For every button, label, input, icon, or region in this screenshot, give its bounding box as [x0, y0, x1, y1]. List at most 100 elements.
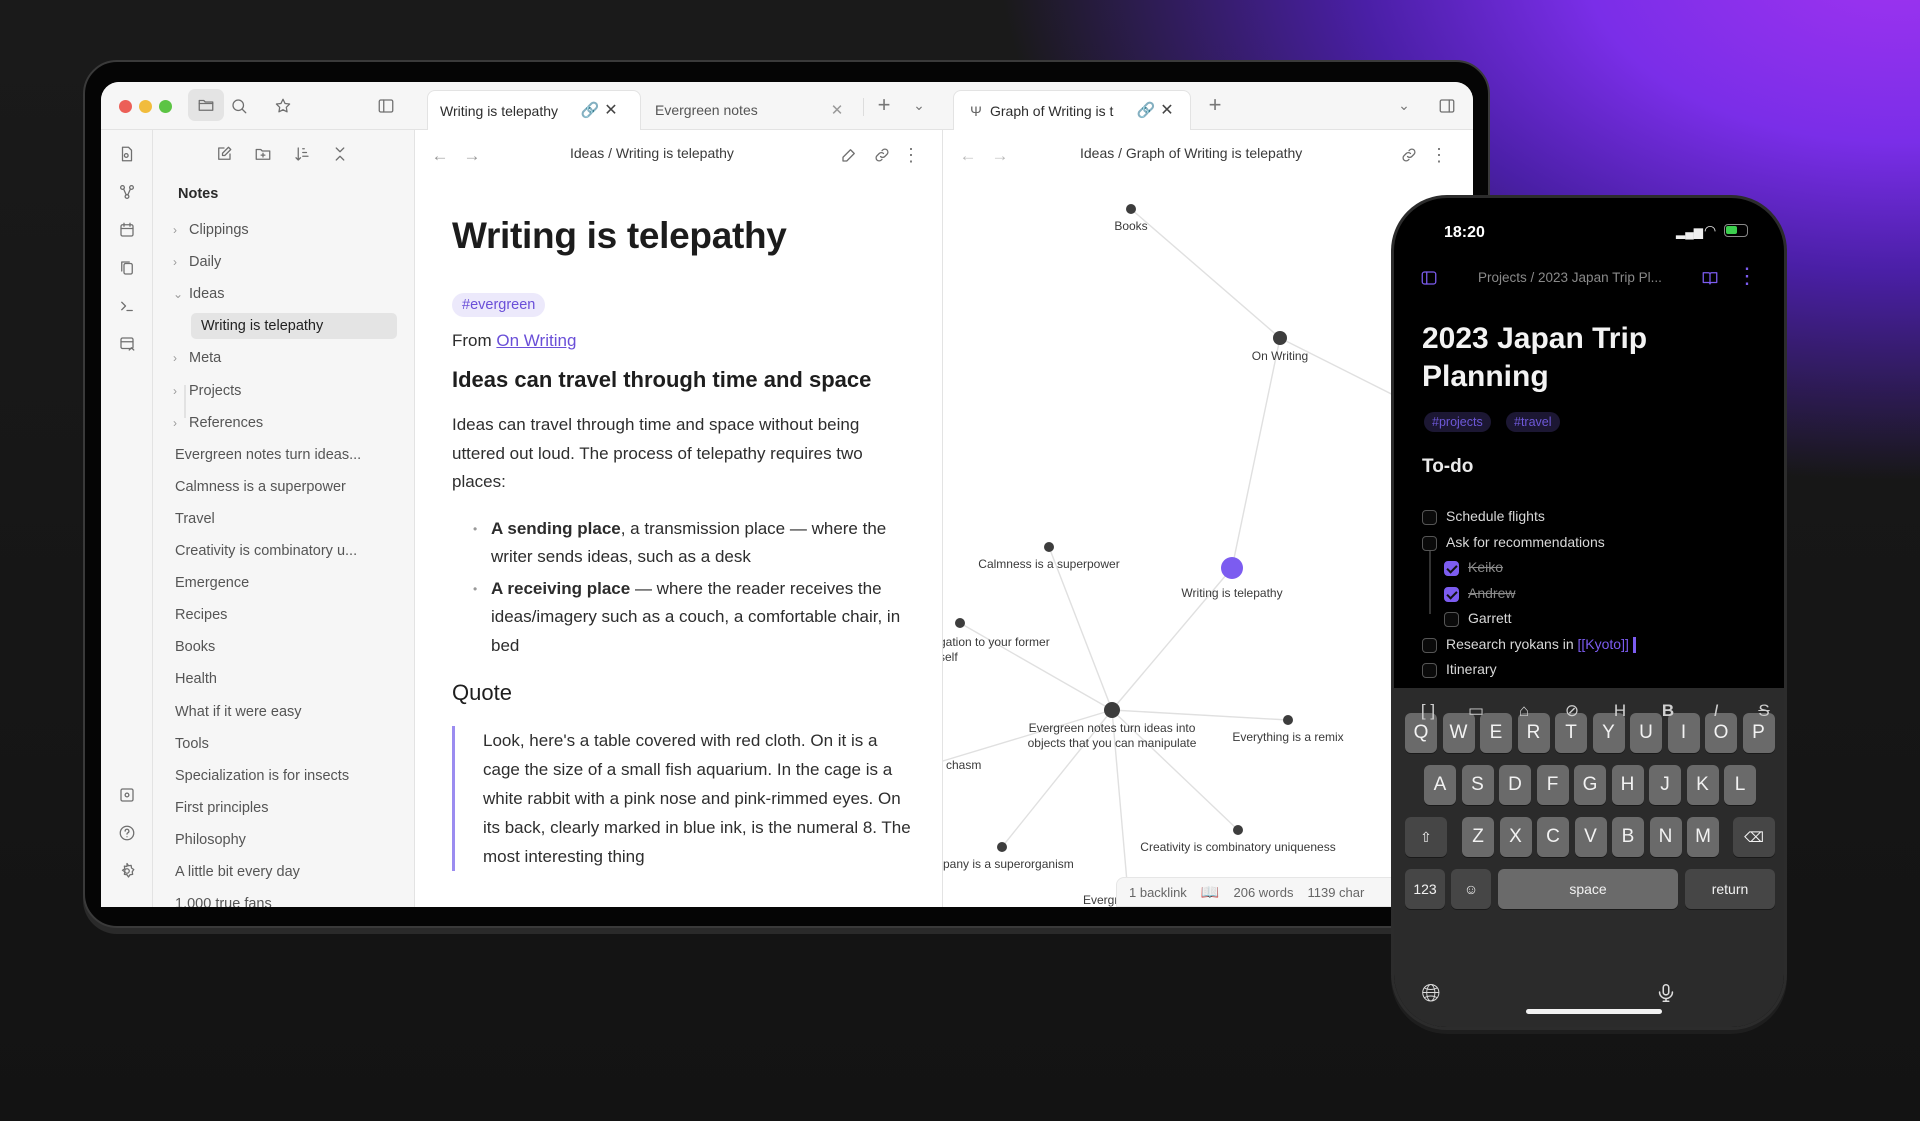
key-g[interactable]: G: [1574, 765, 1606, 805]
key-z[interactable]: Z: [1462, 817, 1494, 857]
heading-icon[interactable]: H: [1606, 698, 1634, 722]
settings-icon[interactable]: [115, 859, 139, 883]
forward-arrow-icon[interactable]: →: [989, 144, 1011, 166]
key-j[interactable]: J: [1649, 765, 1681, 805]
graph-node[interactable]: [1283, 715, 1293, 725]
tab-evergreen-notes[interactable]: Evergreen notes ✕: [643, 90, 857, 130]
graph-node[interactable]: [1044, 542, 1054, 552]
tag-travel[interactable]: #travel: [1506, 412, 1560, 432]
key-x[interactable]: X: [1499, 817, 1532, 857]
key-n[interactable]: N: [1649, 817, 1682, 857]
kyoto-link[interactable]: [[Kyoto]]: [1578, 636, 1629, 652]
minimize-window-button[interactable]: [139, 100, 152, 113]
breadcrumb[interactable]: Ideas / Writing is telepathy: [570, 145, 734, 161]
checkbox[interactable]: [1422, 637, 1437, 653]
sidebar-toggle-icon[interactable]: [1416, 265, 1442, 291]
more-options-icon[interactable]: ⋮: [1430, 143, 1448, 167]
key-c[interactable]: C: [1537, 817, 1569, 857]
backspace-key[interactable]: ⌫: [1733, 817, 1775, 857]
note-item[interactable]: Books: [175, 634, 215, 660]
graph-node[interactable]: [1233, 825, 1243, 835]
folder-icon[interactable]: [188, 89, 224, 121]
bold-icon[interactable]: B: [1654, 698, 1682, 722]
checkbox-checked[interactable]: [1444, 586, 1459, 602]
template-icon[interactable]: [115, 332, 139, 356]
link-icon[interactable]: [1397, 143, 1421, 167]
note-content[interactable]: Writing is telepathy #evergreen From On …: [452, 215, 912, 871]
brackets-icon[interactable]: [ ]: [1414, 698, 1442, 722]
maximize-window-button[interactable]: [159, 100, 172, 113]
file-icon[interactable]: ▭: [1462, 698, 1490, 722]
note-item[interactable]: Creativity is combinatory u...: [175, 538, 357, 564]
star-icon[interactable]: [271, 94, 295, 118]
graph-icon[interactable]: [115, 180, 139, 204]
key-d[interactable]: D: [1499, 765, 1531, 805]
forward-arrow-icon[interactable]: →: [461, 144, 483, 166]
graph-node[interactable]: [1221, 557, 1243, 579]
more-options-icon[interactable]: ⋮: [902, 143, 920, 167]
breadcrumb[interactable]: Ideas / Graph of Writing is telepathy: [1080, 145, 1302, 161]
attachment-icon[interactable]: ⊘: [1558, 698, 1586, 722]
back-arrow-icon[interactable]: ←: [429, 144, 451, 166]
checkbox-checked[interactable]: [1444, 561, 1459, 576]
help-icon[interactable]: [115, 821, 139, 845]
more-options-icon[interactable]: ⋮: [1736, 263, 1758, 289]
todo-item[interactable]: Andrew: [1468, 585, 1515, 601]
on-writing-link[interactable]: On Writing: [496, 331, 576, 350]
tab-list-chevron-icon[interactable]: ⌄: [906, 92, 932, 118]
sort-icon[interactable]: [290, 142, 314, 166]
shift-key[interactable]: ⇧: [1405, 817, 1447, 857]
checkbox[interactable]: [1422, 663, 1437, 678]
note-item[interactable]: Philosophy: [175, 827, 246, 853]
new-note-icon[interactable]: [212, 142, 236, 166]
graph-node[interactable]: [1104, 702, 1120, 718]
tab-list-chevron-icon[interactable]: ⌄: [1391, 92, 1417, 118]
new-tab-icon[interactable]: +: [1202, 92, 1228, 118]
folder-item[interactable]: ⌄ Ideas: [173, 281, 224, 307]
open-note-icon[interactable]: [115, 142, 139, 166]
copy-icon[interactable]: [115, 256, 139, 280]
folder-item[interactable]: › References: [173, 410, 263, 436]
todo-item[interactable]: Research ryokans in [[Kyoto]]: [1446, 636, 1636, 653]
key-h[interactable]: H: [1611, 765, 1644, 805]
folder-item[interactable]: › Daily: [173, 249, 221, 275]
return-key[interactable]: return: [1685, 869, 1775, 909]
close-tab-icon[interactable]: ✕: [1156, 102, 1178, 119]
globe-icon[interactable]: 🌐︎: [1416, 979, 1446, 1009]
edit-pencil-icon[interactable]: [837, 143, 861, 167]
reading-mode-icon[interactable]: 📖: [1201, 883, 1220, 901]
graph-node[interactable]: [955, 618, 965, 628]
tag-evergreen[interactable]: #evergreen: [452, 293, 546, 317]
graph-node[interactable]: [997, 842, 1007, 852]
italic-icon[interactable]: I: [1702, 698, 1730, 722]
search-icon[interactable]: [227, 94, 251, 118]
key-l[interactable]: L: [1724, 765, 1756, 805]
close-window-button[interactable]: [119, 100, 132, 113]
back-arrow-icon[interactable]: ←: [957, 144, 979, 166]
key-v[interactable]: V: [1574, 817, 1607, 857]
home-indicator[interactable]: [1526, 1009, 1662, 1014]
space-key[interactable]: space: [1498, 869, 1678, 909]
todo-item[interactable]: Ask for recommendations: [1446, 534, 1605, 550]
collapse-all-icon[interactable]: [328, 142, 352, 166]
key-k[interactable]: K: [1686, 765, 1719, 805]
note-item[interactable]: Travel: [175, 506, 215, 532]
graph-node[interactable]: [1273, 331, 1287, 345]
phone-breadcrumb[interactable]: Projects / 2023 Japan Trip Pl...: [1478, 270, 1662, 285]
vault-icon[interactable]: [115, 783, 139, 807]
tab-writing-is-telepathy[interactable]: Writing is telepathy 🔗 ✕: [427, 90, 641, 130]
new-tab-icon[interactable]: +: [871, 92, 897, 118]
note-item[interactable]: Tools: [175, 731, 209, 757]
checkbox[interactable]: [1422, 510, 1437, 525]
tab-graph[interactable]: Ψ Graph of Writing is t 🔗 ✕: [953, 90, 1191, 130]
note-item[interactable]: Health: [175, 666, 217, 692]
note-item[interactable]: Calmness is a superpower: [175, 474, 346, 500]
key-f[interactable]: F: [1536, 765, 1569, 805]
key-b[interactable]: B: [1612, 817, 1644, 857]
todo-item[interactable]: Schedule flights: [1446, 508, 1545, 524]
note-item[interactable]: Evergreen notes turn ideas...: [175, 442, 361, 468]
numbers-key[interactable]: 123: [1405, 869, 1445, 909]
note-item[interactable]: First principles: [175, 795, 268, 821]
note-item[interactable]: What if it were easy: [175, 699, 302, 725]
note-item[interactable]: A little bit every day: [175, 859, 300, 885]
